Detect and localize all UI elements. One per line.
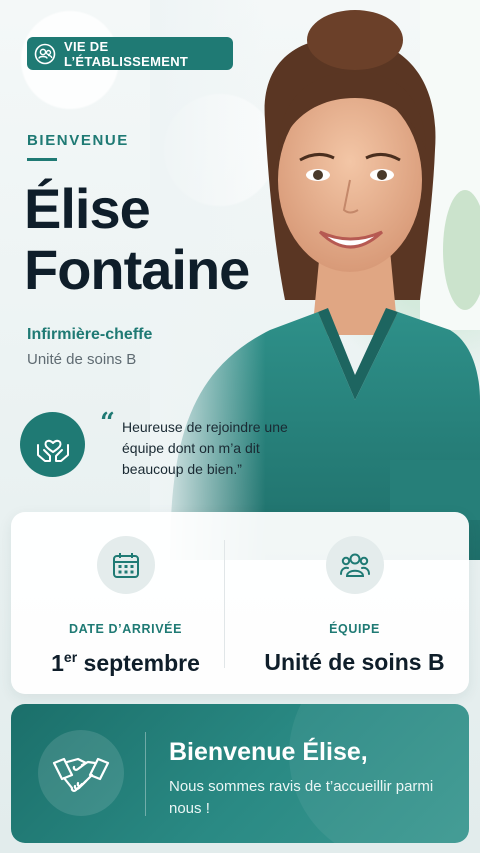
establishment-badge[interactable]: VIE DE L’ÉTABLISSEMENT [27, 37, 233, 70]
welcome-title: Bienvenue Élise, [169, 738, 368, 766]
first-name: Élise [24, 177, 151, 240]
badge-label: VIE DE L’ÉTABLISSEMENT [64, 38, 189, 69]
arrival-month: septembre [83, 650, 200, 676]
arrival-day: 1 [51, 650, 64, 676]
people-circle-icon [34, 43, 56, 65]
welcome-kicker: BIENVENUE [27, 132, 129, 149]
arrival-date-column: DATE D’ARRIVÉE 1er septembre [11, 512, 240, 694]
team-icon [325, 536, 384, 594]
handshake-icon [38, 730, 124, 816]
last-name: Fontaine [24, 238, 250, 301]
team-label: ÉQUIPE [329, 622, 380, 636]
info-divider [224, 540, 225, 668]
arrival-day-suffix: er [63, 649, 78, 665]
arrival-date-label: DATE D’ARRIVÉE [68, 622, 183, 636]
welcome-message: Nous sommes ravis de t’accueillir parmi … [169, 778, 434, 817]
employee-name: Élise Fontaine [24, 177, 250, 301]
kicker-underline [27, 158, 57, 161]
info-card: DATE D’ARRIVÉE 1er septembre ÉQUIPE Unit… [11, 512, 469, 694]
team-column: ÉQUIPE Unité de soins B [240, 512, 469, 694]
employee-role: Infirmière-cheffe [27, 326, 153, 343]
calendar-icon [96, 536, 155, 594]
welcome-quote: Heureuse de rejoindre une équipe dont on… [122, 419, 288, 477]
welcome-divider [145, 732, 146, 816]
quote-mark: “ [100, 408, 115, 438]
employee-unit: Unité de soins B [27, 351, 137, 368]
welcome-banner: Bienvenue Élise, Nous sommes ravis de t’… [11, 704, 469, 843]
heart-hands-icon [20, 412, 85, 477]
team-value: Unité de soins B [264, 649, 445, 675]
arrival-date-value: 1er septembre [11, 649, 240, 677]
